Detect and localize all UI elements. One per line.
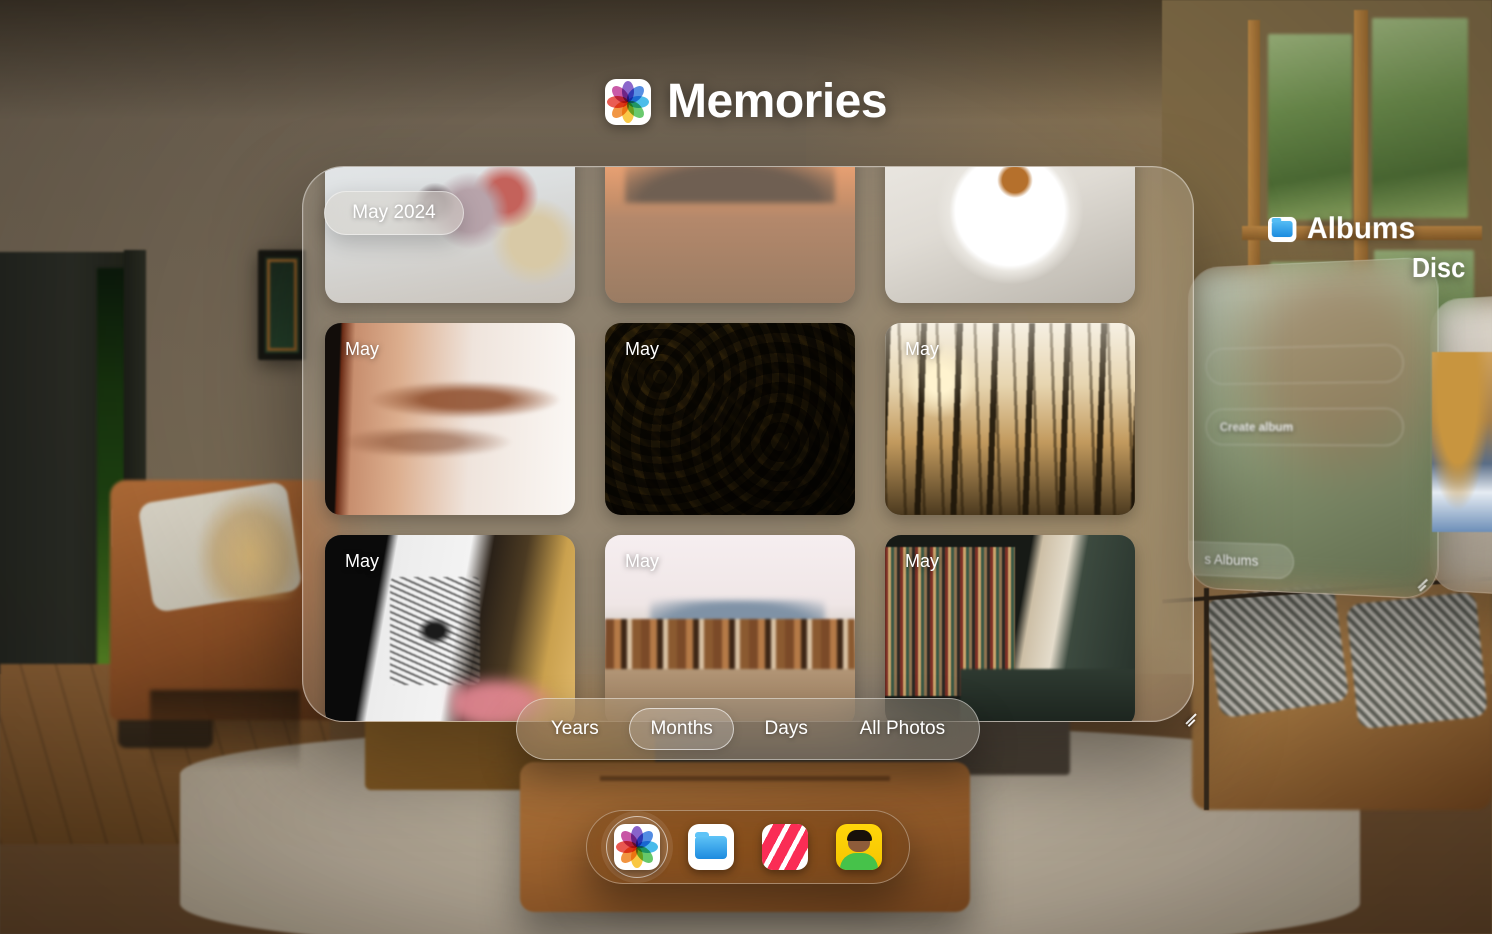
tab-days[interactable]: Days <box>744 708 829 750</box>
photo-tile[interactable]: May <box>885 535 1135 721</box>
photos-window[interactable]: MayMayMayMayMayMayMay <box>302 166 1194 722</box>
dock-item-news[interactable] <box>754 816 816 878</box>
resize-handle-icon[interactable] <box>1415 577 1428 590</box>
avatar-hair <box>846 830 872 841</box>
photo-grid: MayMayMayMayMayMayMay <box>325 167 1173 721</box>
photos-app-icon <box>614 824 660 870</box>
chair-shadow <box>150 690 300 770</box>
dock[interactable] <box>586 810 910 884</box>
dried-pampas-plant <box>196 490 306 600</box>
news-app-icon <box>762 824 808 870</box>
discover-peek-photo <box>1432 352 1492 532</box>
stair-railing <box>1162 560 1492 810</box>
photo-tile[interactable] <box>885 167 1135 303</box>
dock-item-files[interactable] <box>680 816 742 878</box>
photo-tile[interactable]: May <box>605 323 855 515</box>
photo-tile[interactable] <box>605 167 855 303</box>
photo-tile[interactable]: May <box>325 535 575 721</box>
photo-thumbnail <box>885 167 1135 303</box>
discover-window-title: Disc <box>1412 251 1466 284</box>
page-title: Memories <box>666 75 888 128</box>
tab-months[interactable]: Months <box>629 708 734 750</box>
dock-item-profile[interactable] <box>828 816 890 878</box>
photo-tile[interactable]: May <box>325 323 575 515</box>
photo-tile-month-label: May <box>905 339 940 359</box>
photo-tile-month-label: May <box>625 339 660 359</box>
tab-all-photos[interactable]: All Photos <box>839 708 967 750</box>
framed-wall-art <box>258 250 306 360</box>
files-app-icon <box>688 824 734 870</box>
photo-tile-month-label: May <box>905 551 940 571</box>
albums-filter-pill[interactable]: s Albums <box>1188 540 1295 580</box>
date-header-pill: May 2024 <box>324 191 464 235</box>
user-avatar-icon <box>836 824 882 870</box>
photo-thumbnail <box>605 167 855 303</box>
tab-years[interactable]: Years <box>530 708 620 750</box>
albums-list-row[interactable] <box>1205 344 1404 385</box>
ottoman-seam <box>600 776 890 781</box>
albums-window[interactable]: Create album s Albums <box>1188 256 1439 600</box>
resize-handle-icon[interactable] <box>1184 712 1198 726</box>
photo-tile-month-label: May <box>345 551 380 571</box>
photo-tile-month-label: May <box>345 339 380 359</box>
photos-app-icon <box>604 78 651 125</box>
albums-title-text: Albums <box>1306 211 1416 246</box>
photo-tile[interactable]: May <box>885 323 1135 515</box>
albums-window-title: Albums <box>1268 211 1415 246</box>
create-album-button[interactable]: Create album <box>1205 407 1404 447</box>
photo-tile[interactable]: May <box>605 535 855 721</box>
avatar-body <box>840 853 878 870</box>
dock-item-photos[interactable] <box>606 816 668 878</box>
photos-tab-bar[interactable]: Years Months Days All Photos <box>516 698 980 760</box>
files-app-icon <box>1268 216 1297 242</box>
photo-tile-month-label: May <box>625 551 660 571</box>
photos-window-title: Memories <box>0 74 1492 129</box>
